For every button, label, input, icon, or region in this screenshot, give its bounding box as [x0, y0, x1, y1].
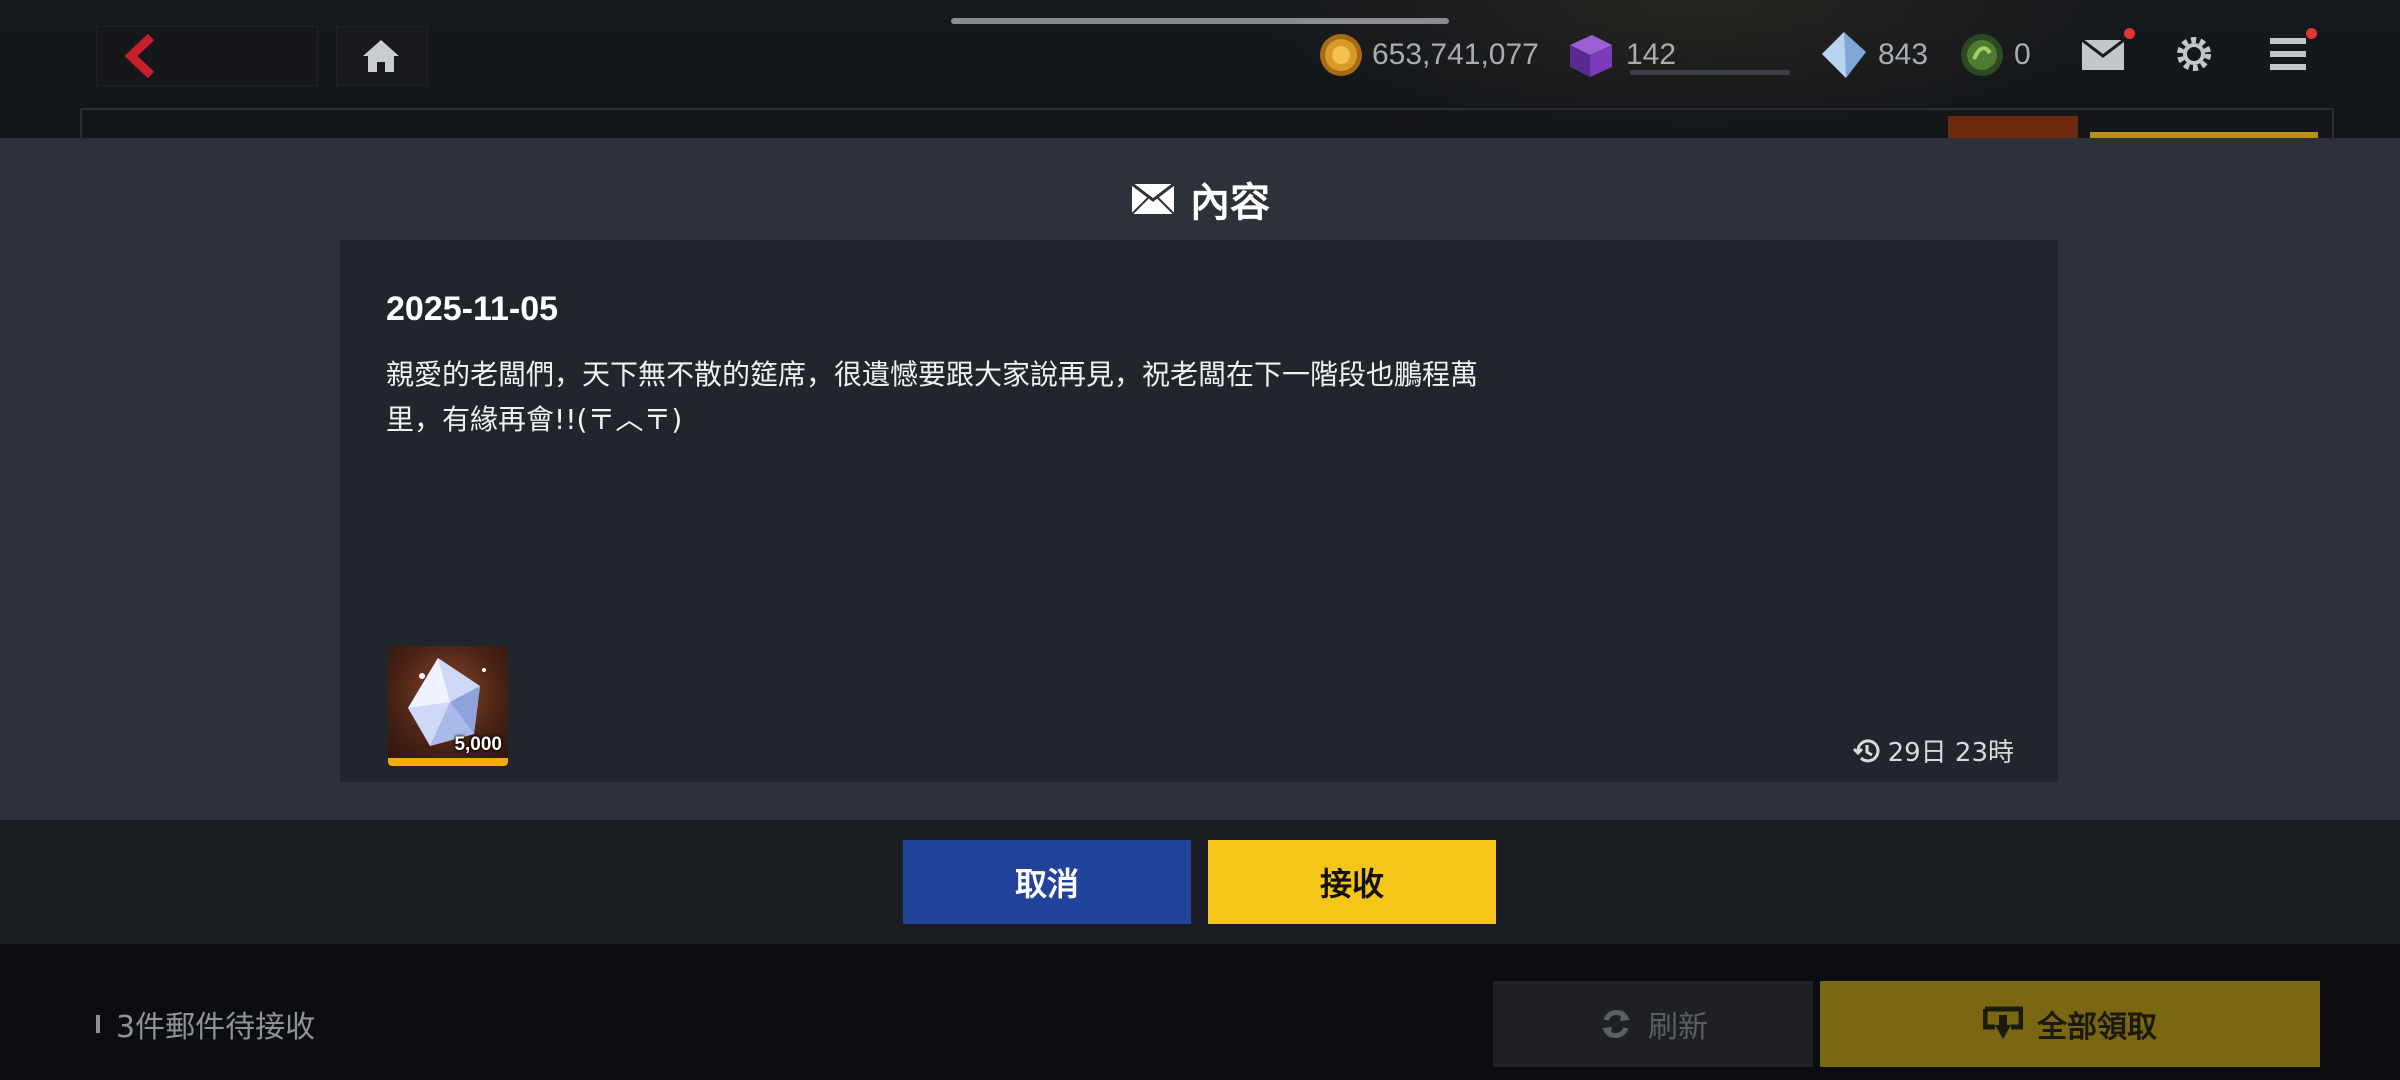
refresh-icon — [1602, 1010, 1630, 1038]
home-button[interactable] — [336, 26, 428, 86]
cancel-button[interactable]: 取消 — [903, 840, 1191, 924]
expiry-text: 29日 23時 — [1887, 738, 2014, 768]
mail-button[interactable] — [2080, 38, 2126, 76]
ticket-progress-bar — [1630, 70, 1790, 75]
refresh-button[interactable]: 刷新 — [1493, 981, 1813, 1067]
download-tray-icon — [1983, 1006, 2023, 1039]
reward-item-crystal[interactable]: 5,000 — [388, 646, 508, 766]
gold-coin-icon — [1320, 34, 1362, 76]
claim-all-button[interactable]: 全部領取 — [1820, 981, 2320, 1067]
gear-icon — [2177, 37, 2211, 71]
purple-cube-icon — [1570, 35, 1612, 77]
pending-mail-status: 3件郵件待接收 — [96, 1002, 315, 1046]
menu-notification-dot — [2306, 28, 2317, 39]
crystal-icon — [1822, 32, 1866, 78]
ticket-amount: 142 — [1626, 38, 1677, 71]
expiry-timer: 29日 23時 — [1852, 732, 2014, 769]
modal-button-bar: 取消 接收 — [0, 820, 2400, 944]
home-indicator[interactable] — [951, 18, 1449, 24]
green-token-icon — [1961, 34, 2003, 76]
back-button[interactable] — [96, 26, 318, 86]
mail-content-modal: 內容 2025-11-05 親愛的老闆們，天下無不散的筵席，很遺憾要跟大家說再見… — [0, 138, 2400, 944]
back-arrow-icon — [124, 33, 155, 79]
status-marker — [96, 1015, 100, 1033]
crystal-currency[interactable]: 843 — [1818, 30, 1928, 80]
accept-button[interactable]: 接收 — [1208, 840, 1496, 924]
hamburger-menu-icon — [2270, 38, 2306, 70]
mail-notification-dot — [2124, 28, 2135, 39]
pending-mail-text: 3件郵件待接收 — [116, 1010, 316, 1045]
reward-rarity-bar — [388, 758, 508, 766]
mail-content-box: 2025-11-05 親愛的老闆們，天下無不散的筵席，很遺憾要跟大家說再見，祝老… — [340, 240, 2058, 782]
settings-button[interactable] — [2174, 34, 2214, 78]
token-currency[interactable]: 0 — [1958, 30, 2031, 80]
claim-all-label: 全部領取 — [2037, 1010, 2157, 1045]
gold-amount: 653,741,077 — [1372, 38, 1539, 71]
modal-title: 內容 — [1190, 180, 1270, 226]
history-clock-icon — [1852, 738, 1880, 762]
mail-date: 2025-11-05 — [386, 290, 559, 328]
refresh-label: 刷新 — [1648, 1010, 1708, 1045]
envelope-icon — [1131, 182, 1175, 215]
reward-quantity: 5,000 — [454, 734, 502, 755]
modal-header: 內容 — [0, 170, 2400, 228]
mail-body-text: 親愛的老闆們，天下無不散的筵席，很遺憾要跟大家說再見，祝老闆在下一階段也鵬程萬里… — [386, 358, 1479, 436]
gold-currency[interactable]: 653,741,077 — [1318, 30, 1539, 80]
crystal-amount: 843 — [1878, 38, 1929, 71]
menu-button[interactable] — [2268, 36, 2308, 76]
mailbox-footer: 3件郵件待接收 刷新 全部領取 — [0, 944, 2400, 1080]
home-icon — [363, 40, 399, 72]
mail-icon — [2081, 38, 2125, 70]
token-amount: 0 — [2014, 38, 2031, 71]
